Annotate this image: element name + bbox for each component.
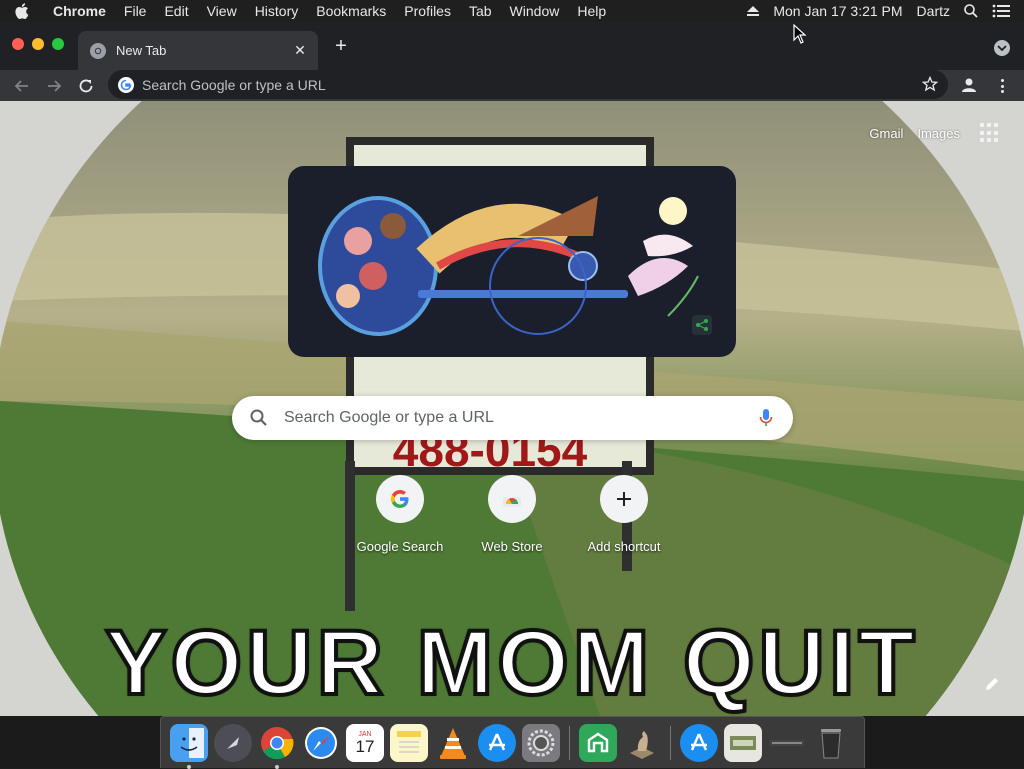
window-controls [12,38,64,50]
document-thumbnail-icon[interactable] [724,723,762,762]
menubar-clock[interactable]: Mon Jan 17 3:21 PM [773,3,902,19]
chrome-icon[interactable] [258,724,296,769]
system-preferences-icon[interactable] [522,723,560,762]
menu-file[interactable]: File [115,0,156,22]
menu-bookmarks[interactable]: Bookmarks [307,0,395,22]
chrome-favicon-icon [90,42,106,59]
share-icon[interactable] [692,315,712,335]
back-button[interactable] [6,70,38,101]
google-g-icon [118,76,134,93]
tab-new-tab[interactable]: New Tab ✕ [78,31,318,70]
search-icon [250,409,268,427]
customize-pencil-icon[interactable] [980,672,1004,696]
spotlight-search-icon[interactable] [964,4,978,18]
menu-profiles[interactable]: Profiles [395,0,460,22]
reload-button[interactable] [70,70,102,101]
tab-strip: New Tab ✕ + [0,22,1024,70]
minimize-window-button[interactable] [32,38,44,50]
chrome-window: New Tab ✕ + Search Google or type a URL [0,22,1024,716]
shortcut-add[interactable]: Add shortcut [568,475,680,554]
trash-icon[interactable] [812,724,850,762]
images-link[interactable]: Images [917,126,960,141]
voice-search-mic-icon[interactable] [759,408,773,433]
menu-chrome[interactable]: Chrome [44,0,115,22]
menu-tab[interactable]: Tab [460,0,501,22]
downloads-stack-icon[interactable] [680,723,718,762]
menu-window[interactable]: Window [501,0,569,22]
menu-view[interactable]: View [198,0,246,22]
dock-separator [670,725,671,760]
vlc-icon[interactable] [434,724,472,762]
calendar-icon[interactable]: JAN 17 [346,723,384,762]
plus-icon [600,475,648,523]
ntp-search-placeholder: Search Google or type a URL [284,409,494,426]
omnibox[interactable]: Search Google or type a URL [108,70,948,99]
close-tab-icon[interactable]: ✕ [292,42,308,58]
launchpad-icon[interactable] [214,723,252,762]
mouse-cursor-icon [793,23,807,49]
new-tab-page: 488-0154 Gmail Images Search Google or t… [0,101,1024,716]
tab-title: New Tab [116,43,167,58]
menu-history[interactable]: History [246,0,308,22]
finder-icon[interactable] [170,723,208,769]
gmail-link[interactable]: Gmail [869,126,903,141]
macos-menu-bar: Chrome File Edit View History Bookmarks … [0,0,1024,22]
shortcut-google-search[interactable]: Google Search [344,475,456,554]
menubar-user[interactable]: Dartz [917,3,950,19]
app-store-icon[interactable] [478,723,516,762]
shortcut-web-store[interactable]: Web Store [456,475,568,554]
forward-button[interactable] [38,70,70,101]
dock-separator [569,725,570,760]
menu-edit[interactable]: Edit [155,0,197,22]
zoom-window-button[interactable] [52,38,64,50]
google-g-icon [376,475,424,523]
new-tab-button[interactable]: + [330,35,352,57]
shortcut-label: Add shortcut [587,539,661,554]
tab-search-icon[interactable] [994,40,1010,56]
background-caption: YOUR MOM QUIT [103,610,919,716]
menu-help[interactable]: Help [568,0,615,22]
shortcuts: Google Search Web Store Add shortcut [344,475,680,554]
web-store-icon [488,475,536,523]
shortcut-label: Google Search [356,539,444,554]
omnibox-placeholder: Search Google or type a URL [142,76,326,93]
close-window-button[interactable] [12,38,24,50]
screenshot-thumbnail-icon[interactable] [768,724,806,762]
safari-icon[interactable] [302,724,340,762]
notes-icon[interactable] [390,723,428,762]
eject-icon[interactable] [747,6,760,16]
bookmark-star-icon[interactable] [921,75,939,95]
macos-dock: JAN 17 [160,716,865,769]
chess-icon[interactable] [623,724,661,762]
google-apps-icon[interactable] [980,123,1000,143]
apple-icon[interactable] [0,3,44,19]
shortcut-label: Web Store [481,539,543,554]
top-links: Gmail Images [869,123,1000,143]
browser-toolbar: Search Google or type a URL [0,70,1024,101]
utility-app-icon[interactable] [579,723,617,762]
google-doodle[interactable] [288,166,736,357]
chrome-menu-icon[interactable] [994,76,1010,96]
profile-avatar-icon[interactable] [958,74,980,96]
ntp-search-box[interactable]: Search Google or type a URL [232,396,793,440]
calendar-day: 17 [355,736,375,756]
notification-center-icon[interactable] [992,4,1010,18]
